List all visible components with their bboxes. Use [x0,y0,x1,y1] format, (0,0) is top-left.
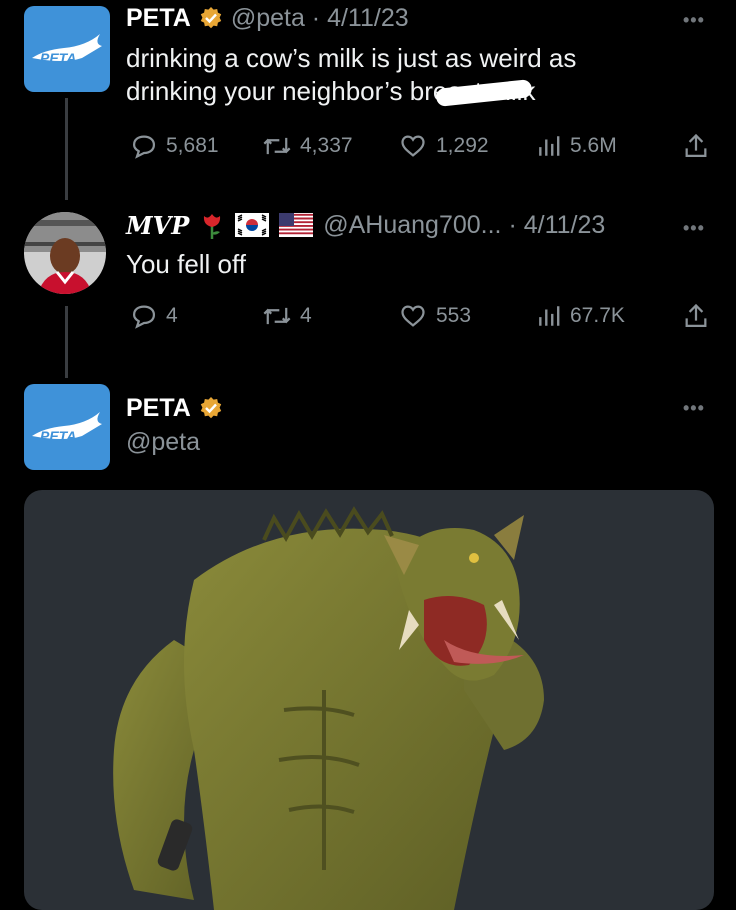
korea-flag-emoji [235,213,270,237]
peta-avatar[interactable]: PETA [24,6,110,92]
more-icon[interactable]: ••• [683,218,705,239]
more-icon[interactable]: ••• [683,10,705,31]
creature-illustration [113,506,544,910]
handle-date: @peta · 4/11/23 [230,3,409,32]
reply-button[interactable]: 4 [130,302,178,330]
like-icon [401,305,425,327]
tweet-line: drinking your neighbor’s breast milk [126,76,536,106]
tweet3-handle: @peta [126,428,201,456]
verified-badge-icon [200,397,222,419]
share-icon [685,303,707,328]
share-button[interactable] [682,302,710,330]
share-button[interactable] [682,132,710,160]
reply-icon [132,305,156,329]
views-count: 67.7K [570,304,625,327]
retweet-button[interactable]: 4 [262,302,312,330]
author-name[interactable]: MVP [126,211,189,240]
retweet-count: 4,337 [300,134,353,157]
retweet-button[interactable]: 4,337 [262,132,353,160]
views-icon [539,306,560,326]
tweet1-header: PETA @peta · 4/11/23 [126,2,409,34]
us-flag-emoji [279,213,314,237]
like-button[interactable]: 553 [398,302,471,330]
author-name[interactable]: PETA [126,394,191,423]
tweet2-text: You fell off [126,249,246,279]
retweet-count: 4 [300,304,312,327]
reply-button[interactable]: 5,681 [130,132,219,160]
tweet1-text: drinking a cow’s milk is just as weird a… [126,42,686,108]
author-name[interactable]: PETA [126,4,191,33]
peta-logo-text: PETA [40,50,76,66]
thread-line [65,306,68,378]
retweet-icon [263,137,291,155]
tweet-media-image[interactable] [24,490,714,910]
like-count: 1,292 [436,134,489,157]
reply-icon [132,135,156,159]
mvp-avatar[interactable] [24,212,106,294]
tweet-line: drinking a cow’s milk is just as weird a… [126,43,577,73]
thread-line [65,98,68,200]
views-button[interactable]: 67.7K [536,302,625,330]
rose-emoji [204,214,221,239]
like-count: 553 [436,304,472,327]
peta-avatar[interactable]: PETA [24,384,110,470]
peta-logo-text: PETA [40,428,76,444]
verified-badge-icon [200,7,222,29]
views-icon [539,136,560,156]
like-button[interactable]: 1,292 [398,132,489,160]
tweet2-header: MVP @AHuang700... · 4/11/23 [126,208,605,242]
retweet-icon [263,307,291,325]
share-icon [685,133,707,158]
more-icon[interactable]: ••• [683,398,705,419]
views-count: 5.6M [570,134,617,157]
reply-count: 4 [166,304,178,327]
handle-date: @AHuang700... · 4/11/23 [323,210,606,239]
reply-count: 5,681 [166,134,219,157]
views-button[interactable]: 5.6M [536,132,617,160]
tweet3-header: PETA [126,392,223,424]
like-icon [401,135,425,157]
